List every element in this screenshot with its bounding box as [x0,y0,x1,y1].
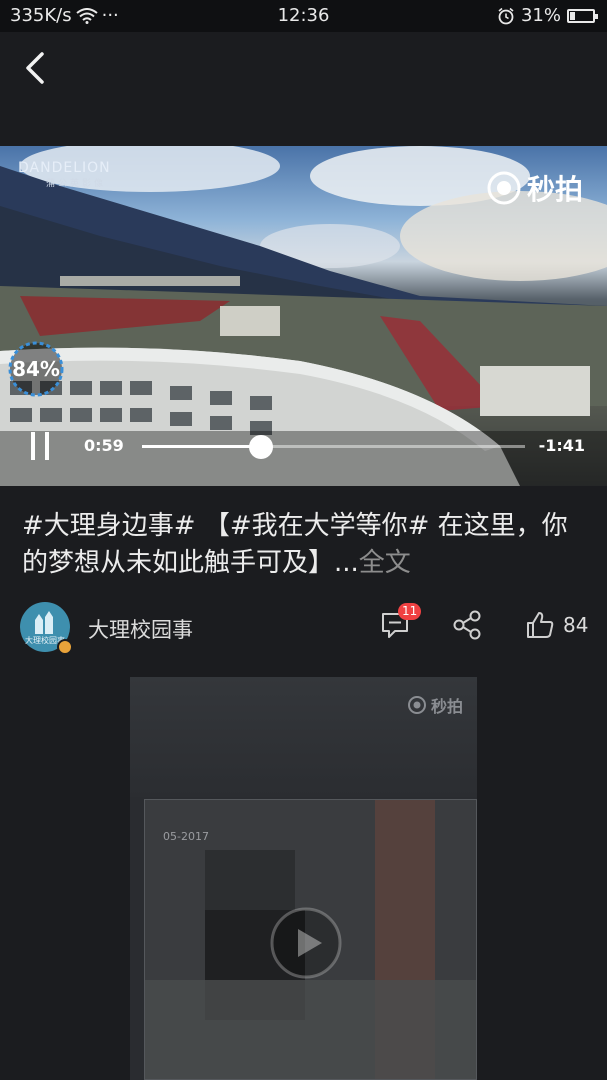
video-controls: 0:59 -1:41 [0,430,607,486]
watermark-text: 秒拍 [526,173,583,206]
alarm-icon [498,7,514,24]
post-caption: #大理身边事# 【#我在大学等你# 在这里，你的梦想从未如此触手可及】...全文 [22,508,592,582]
like-button[interactable]: 84 [525,610,588,640]
seek-handle[interactable] [248,435,273,459]
status-right: 31% [497,5,598,26]
brand-logo: DANDELION 蒲公英影像 [18,160,111,189]
remaining-time: -1:41 [538,436,585,455]
next-video-watermark-text: 秒拍 [430,697,463,716]
seek-bar[interactable] [142,435,525,459]
next-video-timestamp: 05-2017 [163,830,209,843]
current-time: 0:59 [84,436,124,455]
avatar[interactable]: 大理校园事 [20,602,73,655]
status-bar: 335K/s ··· 12:36 31% [0,0,607,32]
back-icon [26,52,44,84]
battery-percent: 31% [520,5,561,26]
play-button[interactable] [268,905,344,985]
like-count: 84 [563,613,589,637]
screen: 335K/s ··· 12:36 31% DANDELION 蒲公英影像 秒拍 … [0,0,607,1080]
video-player[interactable]: DANDELION 蒲公英影像 秒拍 84% 0:59 -1:41 [0,146,607,486]
seek-progress [142,445,261,448]
next-video-watermark: 秒拍 [407,693,463,717]
buffering-indicator: 84% [6,339,66,399]
camera-icon [407,696,426,714]
comment-count-badge: 11 [398,603,422,620]
author-name[interactable]: 大理校园事 [88,614,193,644]
next-video-card[interactable]: 秒拍 05-2017 [130,677,477,1080]
brand-subtitle: 蒲公英影像 [46,179,107,189]
watermark: 秒拍 [487,168,583,208]
brand-name: DANDELION [18,160,111,176]
play-icon [270,907,342,979]
like-icon [527,612,554,638]
back-button[interactable] [18,48,58,88]
author-row: 大理校园事 大理校园事 11 84 [20,600,595,656]
share-button[interactable] [452,610,482,644]
buffering-percent: 84% [12,357,60,381]
share-icon [453,610,481,640]
caption-text: #大理身边事# 【#我在大学等你# 在这里，你的梦想从未如此触手可及】... [22,511,568,578]
comment-button[interactable]: 11 [380,603,422,644]
camera-icon [487,171,521,205]
verified-badge [57,639,73,655]
battery-icon [567,8,598,23]
battery-fill [570,11,576,20]
pause-button[interactable] [28,430,54,464]
read-more-link[interactable]: 全文 [359,548,411,578]
